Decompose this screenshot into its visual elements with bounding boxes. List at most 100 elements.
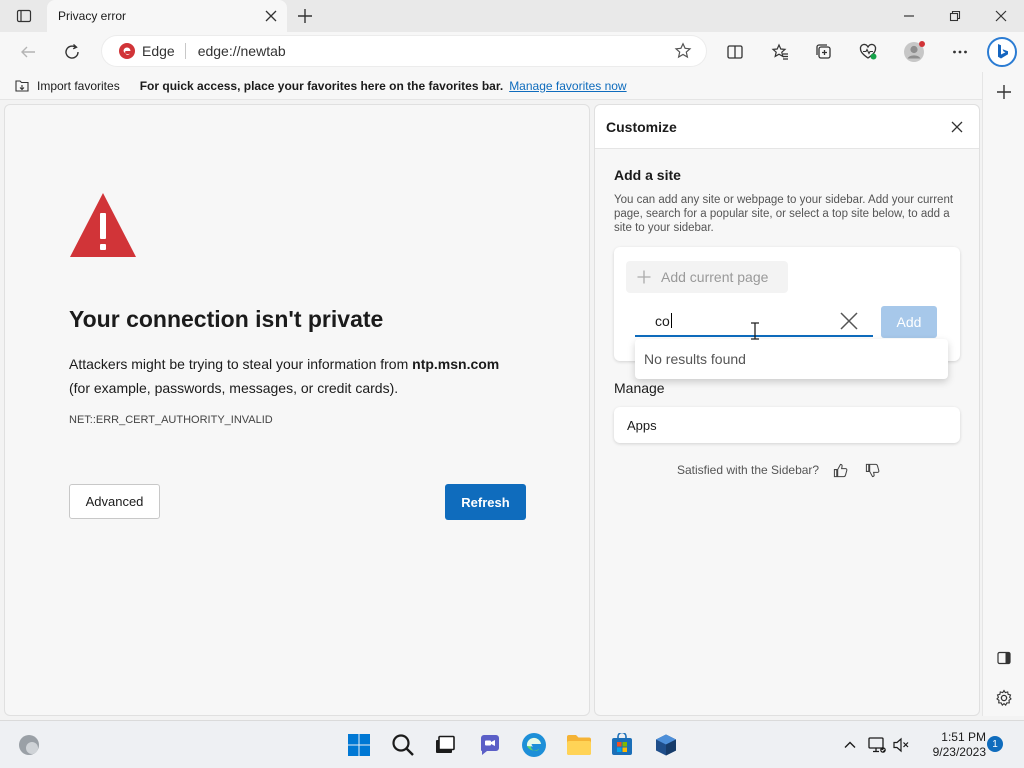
new-tab-button[interactable]: [292, 4, 318, 28]
profile-button[interactable]: [898, 36, 930, 68]
error-code: NET::ERR_CERT_AUTHORITY_INVALID: [69, 414, 273, 426]
favorites-bar-message: For quick access, place your favorites h…: [139, 78, 504, 93]
chat-button[interactable]: [475, 730, 505, 760]
tab-actions-button[interactable]: [6, 4, 42, 28]
thumbs-up-button[interactable]: [829, 459, 851, 481]
apps-item[interactable]: Apps: [614, 407, 960, 443]
import-icon: [15, 79, 29, 92]
task-view-button[interactable]: [430, 730, 460, 760]
taskbar-time: 1:51 PM: [941, 730, 986, 744]
tab-actions-icon: [16, 9, 32, 23]
manage-title: Manage: [614, 380, 665, 396]
search-button[interactable]: [388, 730, 418, 760]
edge-page-icon: [119, 43, 135, 59]
star-outline-icon: [674, 42, 692, 59]
url-text[interactable]: edge://newtab: [186, 43, 668, 59]
site-label: Edge: [142, 43, 175, 59]
minimize-icon: [904, 15, 914, 17]
favorites-button[interactable]: [764, 36, 796, 68]
title-bar: Privacy error: [0, 0, 1024, 32]
close-customize-button[interactable]: [943, 113, 971, 141]
sidebar-settings-button[interactable]: [988, 682, 1020, 714]
widgets-button[interactable]: [14, 730, 44, 760]
collections-button[interactable]: [808, 36, 840, 68]
add-site-description: You can add any site or webpage to your …: [614, 194, 954, 234]
thumbs-down-icon: [865, 463, 879, 477]
back-arrow-icon: [21, 46, 35, 58]
restore-button[interactable]: [932, 0, 978, 32]
split-screen-icon: [727, 45, 743, 59]
sidebar-toggle-icon: [997, 651, 1011, 665]
favorites-star-icon: [771, 43, 788, 60]
store-button[interactable]: [607, 730, 637, 760]
favorites-bar: Import favorites For quick access, place…: [0, 72, 1024, 100]
thumbs-down-button[interactable]: [861, 459, 883, 481]
error-body-suffix: (for example, passwords, messages, or cr…: [69, 380, 399, 396]
taskbar-clock[interactable]: 1:51 PM 9/23/2023: [920, 730, 986, 760]
site-search-value: co: [655, 313, 835, 329]
bing-copilot-button[interactable]: [984, 34, 1020, 70]
cube-icon: [656, 734, 676, 756]
folder-icon: [567, 735, 591, 755]
plus-icon: [637, 270, 651, 284]
show-hidden-icons-button[interactable]: [835, 730, 865, 760]
avatar-icon: [904, 41, 925, 62]
chevron-up-icon: [844, 741, 856, 748]
sidebar-feedback: Satisfied with the Sidebar?: [677, 459, 883, 481]
back-button[interactable]: [12, 36, 44, 68]
site-info[interactable]: Edge: [118, 43, 186, 59]
browser-essentials-button[interactable]: [852, 36, 884, 68]
gear-icon: [996, 689, 1012, 706]
add-current-page-button[interactable]: Add current page: [626, 261, 788, 293]
edge-sidebar: [982, 72, 1024, 716]
taskbar-date: 9/23/2023: [932, 745, 986, 759]
tab-privacy-error[interactable]: Privacy error: [47, 0, 287, 32]
close-icon: [265, 10, 277, 22]
add-sidebar-app-button[interactable]: [988, 76, 1020, 108]
minimize-button[interactable]: [886, 0, 932, 32]
clear-input-button[interactable]: [835, 307, 863, 335]
feedback-label: Satisfied with the Sidebar?: [677, 463, 820, 477]
address-bar[interactable]: Edge edge://newtab: [102, 36, 706, 66]
tab-close-button[interactable]: [259, 4, 283, 28]
error-description: Attackers might be trying to steal your …: [69, 352, 569, 400]
file-explorer-button[interactable]: [564, 730, 594, 760]
collections-icon: [816, 44, 831, 59]
customize-title: Customize: [606, 118, 677, 135]
add-site-button[interactable]: Add: [881, 306, 937, 338]
split-screen-button[interactable]: [719, 36, 751, 68]
add-current-page-label: Add current page: [661, 269, 769, 285]
speaker-muted-icon: [893, 737, 909, 753]
error-page: Your connection isn't private Attackers …: [4, 104, 590, 716]
manage-favorites-link[interactable]: Manage favorites now: [509, 79, 626, 93]
restore-icon: [949, 10, 961, 22]
store-icon: [612, 733, 632, 755]
start-button[interactable]: [344, 730, 374, 760]
refresh-button[interactable]: [56, 36, 88, 68]
plus-icon: [298, 9, 312, 23]
hide-sidebar-button[interactable]: [988, 642, 1020, 674]
task-view-icon: [436, 735, 455, 753]
error-body-prefix: Attackers might be trying to steal your …: [69, 356, 413, 372]
refresh-page-button[interactable]: Refresh: [445, 484, 526, 520]
customize-header: Customize: [595, 105, 979, 149]
windows-icon: [348, 734, 370, 756]
close-window-button[interactable]: [978, 0, 1024, 32]
settings-more-button[interactable]: [944, 36, 976, 68]
search-icon: [392, 734, 414, 756]
advanced-button[interactable]: Advanced: [69, 484, 160, 519]
notification-badge[interactable]: 1: [987, 736, 1003, 752]
edge-icon: [522, 733, 546, 757]
heart-pulse-icon: [859, 43, 877, 60]
close-icon: [995, 10, 1007, 22]
edge-taskbar-button[interactable]: [519, 730, 549, 760]
add-favorite-button[interactable]: [668, 36, 698, 66]
close-icon: [840, 312, 858, 330]
virtualbox-button[interactable]: [651, 730, 681, 760]
import-favorites-button[interactable]: Import favorites: [14, 78, 120, 94]
taskbar: 1:51 PM 9/23/2023: [0, 720, 1024, 768]
error-host: ntp.msn.com: [412, 356, 500, 372]
volume-button[interactable]: [886, 730, 916, 760]
import-favorites-label: Import favorites: [37, 78, 120, 93]
more-dots-icon: [953, 50, 967, 54]
